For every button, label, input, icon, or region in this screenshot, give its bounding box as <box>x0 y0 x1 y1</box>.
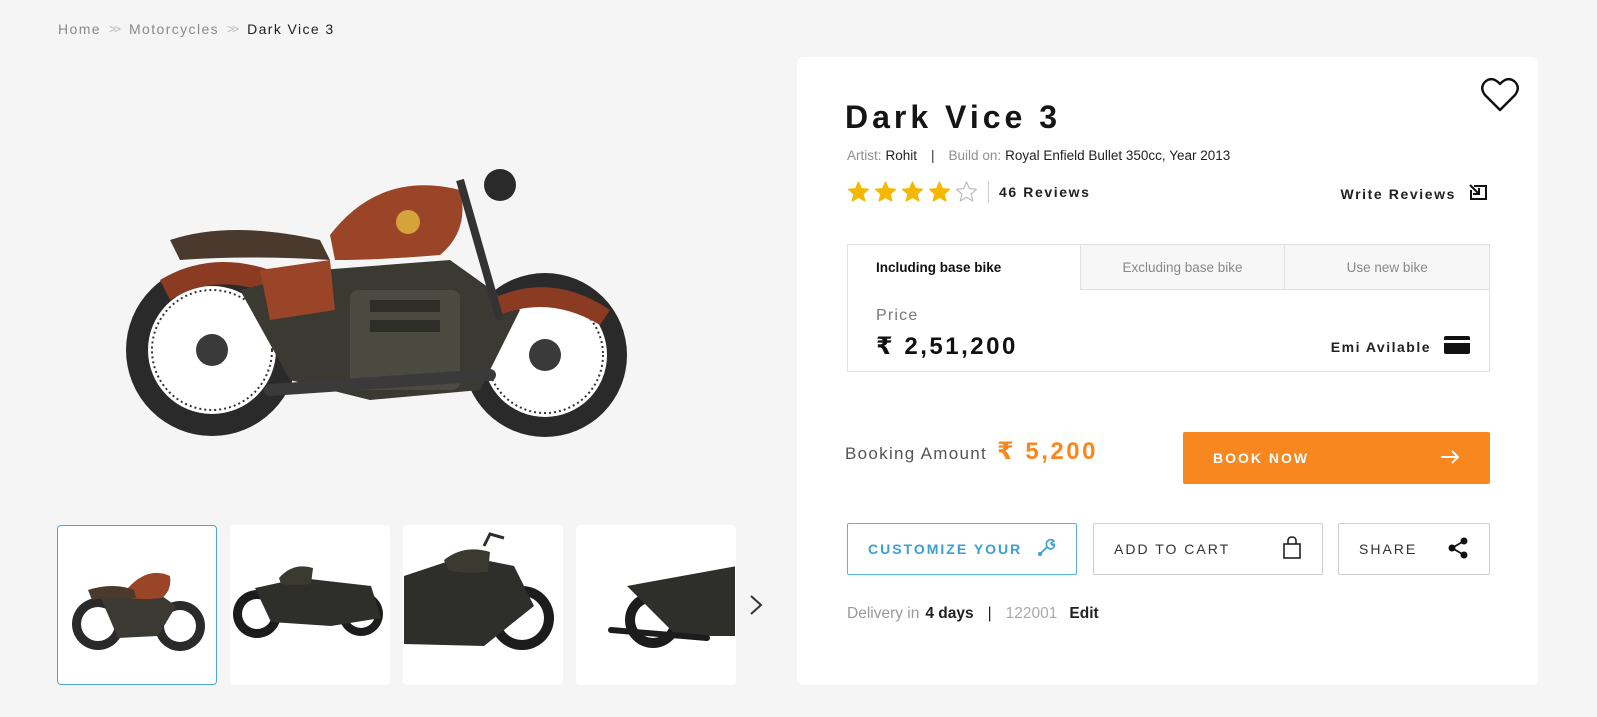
bag-icon <box>1282 535 1302 563</box>
product-card: Dark Vice 3 Artist: Rohit | Build on: Ro… <box>797 57 1538 685</box>
booking-amount: Booking Amount ₹ 5,200 <box>845 437 1098 466</box>
thumbnail-1[interactable] <box>57 525 217 685</box>
breadcrumb-separator: >> <box>108 22 121 36</box>
chevron-right-icon[interactable] <box>746 590 766 620</box>
delivery-days: 4 days <box>925 605 974 622</box>
price-label: Price <box>876 307 919 324</box>
thumbnail-4[interactable] <box>576 525 736 685</box>
delivery-pincode: 122001 <box>1005 605 1058 622</box>
star-icon <box>901 181 924 203</box>
edit-pincode-link[interactable]: Edit <box>1069 605 1098 623</box>
price-box: Including base bike Excluding base bike … <box>847 244 1490 372</box>
thumbnail-3[interactable] <box>403 525 563 685</box>
external-link-icon <box>1468 183 1488 204</box>
artist-label: Artist: <box>847 148 882 163</box>
rating-divider <box>988 181 989 203</box>
write-reviews-label: Write Reviews <box>1340 185 1456 202</box>
breadcrumb-current: Dark Vice 3 <box>247 21 335 37</box>
thumbnail-strip <box>57 525 736 685</box>
price-value: ₹ 2,51,200 <box>876 333 1018 360</box>
build-label: Build on: <box>948 148 1002 163</box>
booking-amount-value: ₹ 5,200 <box>997 438 1098 465</box>
star-rating <box>847 181 978 203</box>
price-tabs: Including base bike Excluding base bike … <box>848 245 1490 290</box>
emi-available[interactable]: Emi Avilable <box>1331 335 1471 358</box>
build-value: Royal Enfield Bullet 350cc, Year 2013 <box>1005 148 1231 163</box>
breadcrumb-home[interactable]: Home <box>58 21 101 37</box>
delivery-info: Delivery in 4 days | 122001 Edit <box>847 605 1099 623</box>
wrench-icon <box>1036 538 1056 561</box>
breadcrumb: Home >> Motorcycles >> Dark Vice 3 <box>58 21 335 37</box>
rating: 46 Reviews <box>847 181 1091 203</box>
write-reviews-link[interactable]: Write Reviews <box>1341 183 1488 204</box>
reviews-count[interactable]: 46 Reviews <box>999 184 1091 200</box>
meta-divider: | <box>931 148 935 163</box>
star-icon <box>874 181 897 203</box>
tab-including-base-bike[interactable]: Including base bike <box>848 245 1080 290</box>
add-to-cart-button[interactable]: ADD TO CART <box>1093 523 1323 575</box>
book-now-label: BOOK NOW <box>1213 450 1310 466</box>
star-icon <box>847 181 870 203</box>
share-icon <box>1447 537 1469 562</box>
breadcrumb-category[interactable]: Motorcycles <box>129 21 219 37</box>
delivery-divider: | <box>987 605 992 622</box>
delivery-label: Delivery in <box>847 605 920 622</box>
main-product-image <box>120 150 640 450</box>
emi-label: Emi Avilable <box>1330 338 1431 355</box>
share-button[interactable]: SHARE <box>1338 523 1490 575</box>
book-now-button[interactable]: BOOK NOW <box>1183 432 1490 484</box>
tab-use-new-bike[interactable]: Use new bike <box>1284 245 1490 290</box>
card-icon <box>1443 335 1471 358</box>
add-to-cart-label: ADD TO CART <box>1114 541 1231 557</box>
arrow-right-icon <box>1440 449 1460 467</box>
star-icon <box>928 181 951 203</box>
booking-amount-label: Booking Amount <box>845 444 988 463</box>
thumbnail-2[interactable] <box>230 525 390 685</box>
heart-icon[interactable] <box>1480 75 1520 115</box>
artist-name: Rohit <box>885 148 918 163</box>
customize-button[interactable]: CUSTOMIZE YOUR <box>847 523 1077 575</box>
product-meta: Artist: Rohit | Build on: Royal Enfield … <box>847 148 1230 163</box>
breadcrumb-separator: >> <box>227 22 239 36</box>
star-icon <box>955 181 978 203</box>
customize-label: CUSTOMIZE YOUR <box>868 541 1023 557</box>
tab-excluding-base-bike[interactable]: Excluding base bike <box>1079 245 1285 290</box>
product-title: Dark Vice 3 <box>845 99 1061 135</box>
share-label: SHARE <box>1359 541 1418 557</box>
